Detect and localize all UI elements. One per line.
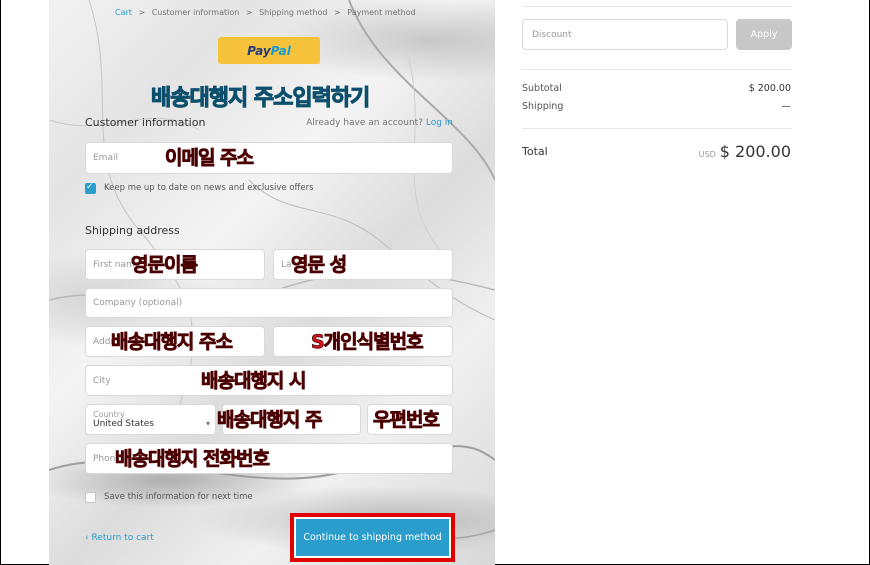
country-select[interactable]: Country United States ▾ [85, 404, 216, 435]
annotation-address: 배송대행지 주소 [111, 331, 234, 354]
last-name-placeholder: La [281, 259, 292, 270]
divider [522, 6, 792, 7]
checkout-form-panel: Cart > Customer information > Shipping m… [49, 0, 495, 565]
company-field[interactable]: Company (optional) [85, 288, 453, 318]
annotation-first-name: 영문이름 [131, 254, 199, 277]
discount-input[interactable]: Discount [522, 19, 728, 50]
checkout-page: Cart > Customer information > Shipping m… [0, 0, 870, 565]
breadcrumb-shipping-method: Shipping method [259, 8, 328, 17]
annotation-city: 배송대행지 시 [201, 370, 307, 393]
chevron-right-icon: > [138, 8, 146, 17]
chevron-down-icon: ▾ [205, 419, 210, 428]
shipping-value: — [781, 101, 792, 112]
save-info-label: Save this information for next time [104, 492, 253, 502]
country-label: Country [93, 409, 125, 419]
account-prompt: Already have an account? Log in [306, 118, 453, 128]
country-value: United States [93, 418, 154, 429]
annotation-zip: 우편번호 [373, 409, 441, 432]
shipping-address-title: Shipping address [85, 224, 180, 237]
shipping-label: Shipping [522, 101, 564, 112]
email-placeholder: Email [93, 153, 118, 163]
phone-placeholder: Phon [93, 453, 116, 464]
company-placeholder: Company (optional) [93, 298, 183, 308]
apply-button[interactable]: Apply [736, 19, 792, 50]
total-value: $ 200.00 [719, 142, 791, 161]
email-field[interactable]: Email [85, 142, 453, 174]
subtotal-label: Subtotal [522, 83, 562, 94]
breadcrumb: Cart > Customer information > Shipping m… [115, 8, 420, 17]
breadcrumb-customer-information: Customer information [151, 8, 240, 17]
breadcrumb-cart[interactable]: Cart [115, 8, 132, 17]
account-question: Already have an account? [306, 118, 423, 128]
total-amount: USD $ 200.00 [699, 142, 791, 161]
newsletter-checkbox[interactable] [85, 182, 96, 194]
annotation-email: 이메일 주소 [165, 147, 255, 170]
paypal-logo-pal: Pal [270, 43, 291, 58]
continue-to-shipping-button[interactable]: Continue to shipping method [294, 517, 451, 558]
annotation-state: 배송대행지 주 [217, 409, 323, 432]
chevron-right-icon: > [333, 8, 341, 17]
city-placeholder: City [93, 375, 111, 386]
newsletter-label: Keep me up to date on news and exclusive… [104, 183, 314, 193]
discount-placeholder: Discount [532, 29, 572, 40]
currency-code: USD [698, 150, 716, 159]
divider [522, 128, 792, 129]
subtotal-value: $ 200.00 [748, 83, 791, 94]
annotation-personal-id: S개인식별번호 [311, 331, 424, 354]
total-label: Total [522, 145, 548, 158]
paypal-button[interactable]: Pay Pal [218, 37, 320, 64]
return-to-cart-link[interactable]: ‹ Return to cart [85, 533, 154, 543]
annotation-last-name: 영문 성 [291, 254, 348, 277]
annotation-phone: 배송대행지 전화번호 [115, 448, 271, 471]
breadcrumb-payment-method: Payment method [347, 8, 416, 17]
divider [522, 69, 792, 70]
paypal-logo-pay: Pay [247, 43, 271, 58]
chevron-right-icon: > [245, 8, 253, 17]
continue-highlight: Continue to shipping method [290, 513, 455, 562]
save-info-checkbox[interactable] [85, 492, 96, 503]
annotation-title: 배송대행지 주소입력하기 [150, 86, 370, 112]
customer-information-title: Customer information [85, 116, 206, 129]
login-link[interactable]: Log in [426, 118, 453, 128]
